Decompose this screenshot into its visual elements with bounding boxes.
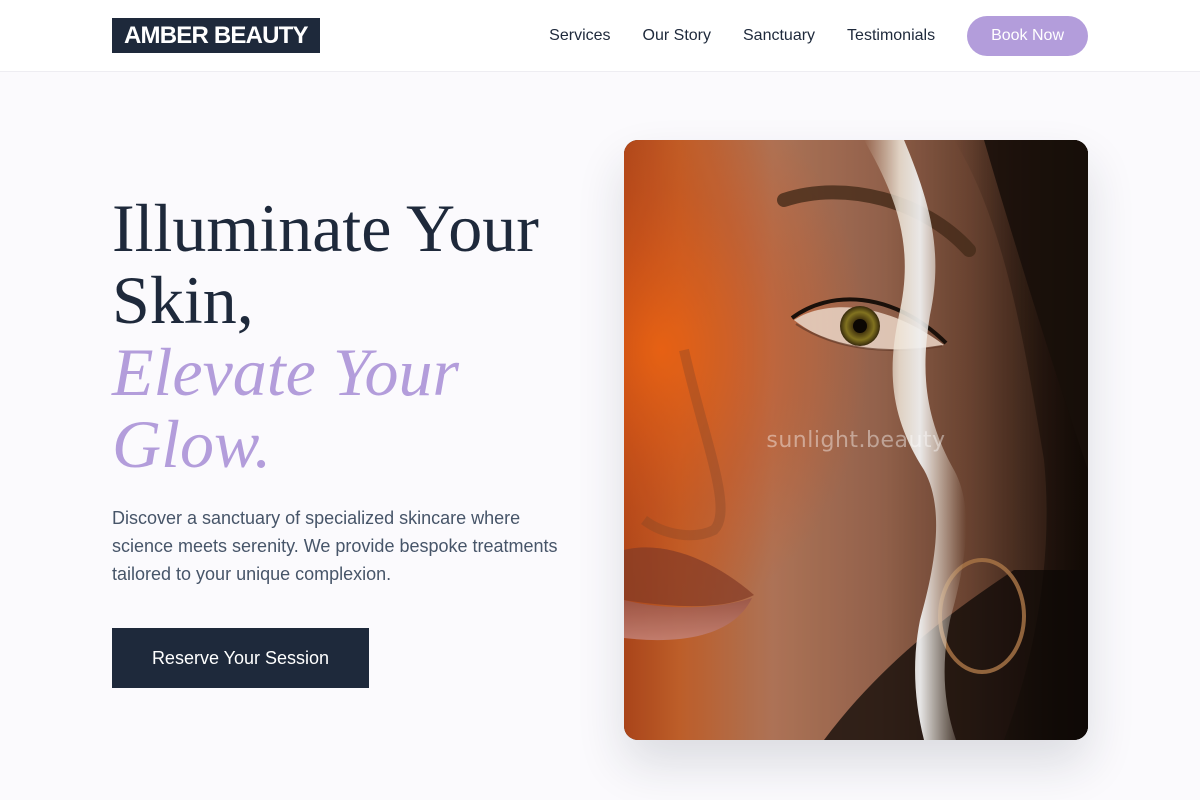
nav-link-testimonials[interactable]: Testimonials	[847, 27, 935, 45]
image-watermark: sunlight.beauty	[766, 428, 946, 453]
main-nav: Services Our Story Sanctuary Testimonial…	[549, 16, 1088, 56]
hero-title-line-1: Illuminate Your Skin,	[112, 190, 539, 338]
book-now-button[interactable]: Book Now	[967, 16, 1088, 56]
brand-logo[interactable]: AMBER BEAUTY	[112, 18, 320, 53]
hero-portrait-image: sunlight.beauty	[624, 140, 1088, 740]
reserve-session-button[interactable]: Reserve Your Session	[112, 628, 369, 688]
hero-description: Discover a sanctuary of specialized skin…	[112, 508, 558, 584]
nav-link-services[interactable]: Services	[549, 27, 610, 45]
nav-link-our-story[interactable]: Our Story	[643, 27, 711, 45]
hero-title: Illuminate Your Skin, Elevate Your Glow.	[112, 192, 592, 480]
site-header: AMBER BEAUTY Services Our Story Sanctuar…	[0, 0, 1200, 72]
nav-link-sanctuary[interactable]: Sanctuary	[743, 27, 815, 45]
hero-title-accent: Elevate Your Glow.	[112, 334, 459, 482]
